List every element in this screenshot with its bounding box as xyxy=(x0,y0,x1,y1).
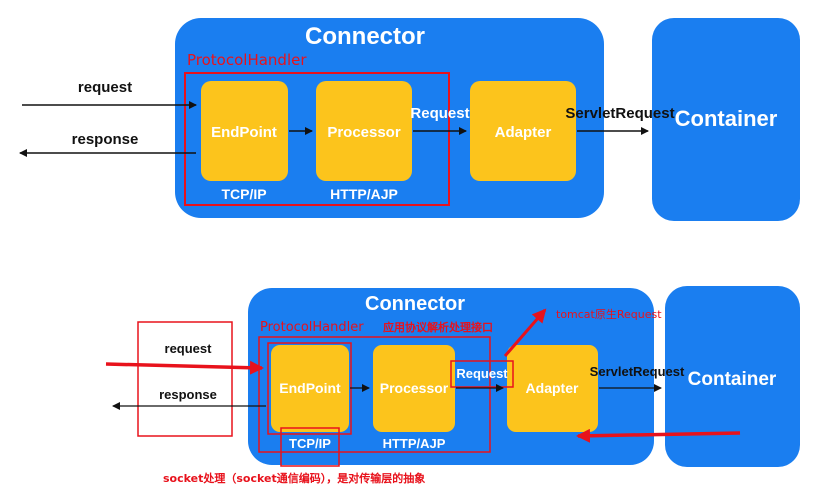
bottom-red-request-arrow xyxy=(105,360,264,375)
architecture-diagram: Connector Container EndPoint Processor A… xyxy=(19,18,800,485)
top-protocol-handler-label: ProtocolHandler xyxy=(187,51,307,69)
bottom-client-frame xyxy=(137,321,233,437)
top-diagram: Connector Container EndPoint Processor A… xyxy=(19,18,800,221)
top-connector-label: Connector xyxy=(305,23,425,50)
bottom-container-label: Container xyxy=(688,369,777,390)
bottom-diagram: Connector Container EndPoint Processor A… xyxy=(105,286,800,485)
bottom-servlet-request-label: ServletRequest xyxy=(590,364,685,379)
top-tcp-label: TCP/IP xyxy=(221,186,266,202)
top-request-arrow-label: Request xyxy=(410,105,469,122)
bottom-processor-label: Processor xyxy=(380,380,449,396)
bottom-socket-note: socket处理（socket通信编码），是对传输层的抽象 xyxy=(163,471,425,485)
top-servlet-request-label: ServletRequest xyxy=(565,105,674,122)
bottom-connector-label: Connector xyxy=(365,293,465,315)
top-endpoint-label: EndPoint xyxy=(211,124,277,141)
bottom-request-label: request xyxy=(165,341,213,356)
bottom-endpoint-label: EndPoint xyxy=(279,380,341,396)
top-adapter-label: Adapter xyxy=(495,124,552,141)
top-response-label: response xyxy=(72,131,139,148)
top-request-label: request xyxy=(78,79,132,96)
bottom-tomcat-note: tomcat原生Request xyxy=(556,307,662,321)
bottom-http-label: HTTP/AJP xyxy=(383,436,446,451)
bottom-protocol-note: 应用协议解析处理接口 xyxy=(383,320,493,334)
bottom-tcp-label: TCP/IP xyxy=(289,436,331,451)
bottom-response-label: response xyxy=(159,387,217,402)
bottom-request-arrow-label: Request xyxy=(456,366,508,381)
bottom-protocol-handler-label: ProtocolHandler xyxy=(260,320,364,335)
top-container-label: Container xyxy=(675,106,778,131)
top-http-label: HTTP/AJP xyxy=(330,186,398,202)
top-processor-label: Processor xyxy=(327,124,401,141)
bottom-adapter-label: Adapter xyxy=(526,380,579,396)
